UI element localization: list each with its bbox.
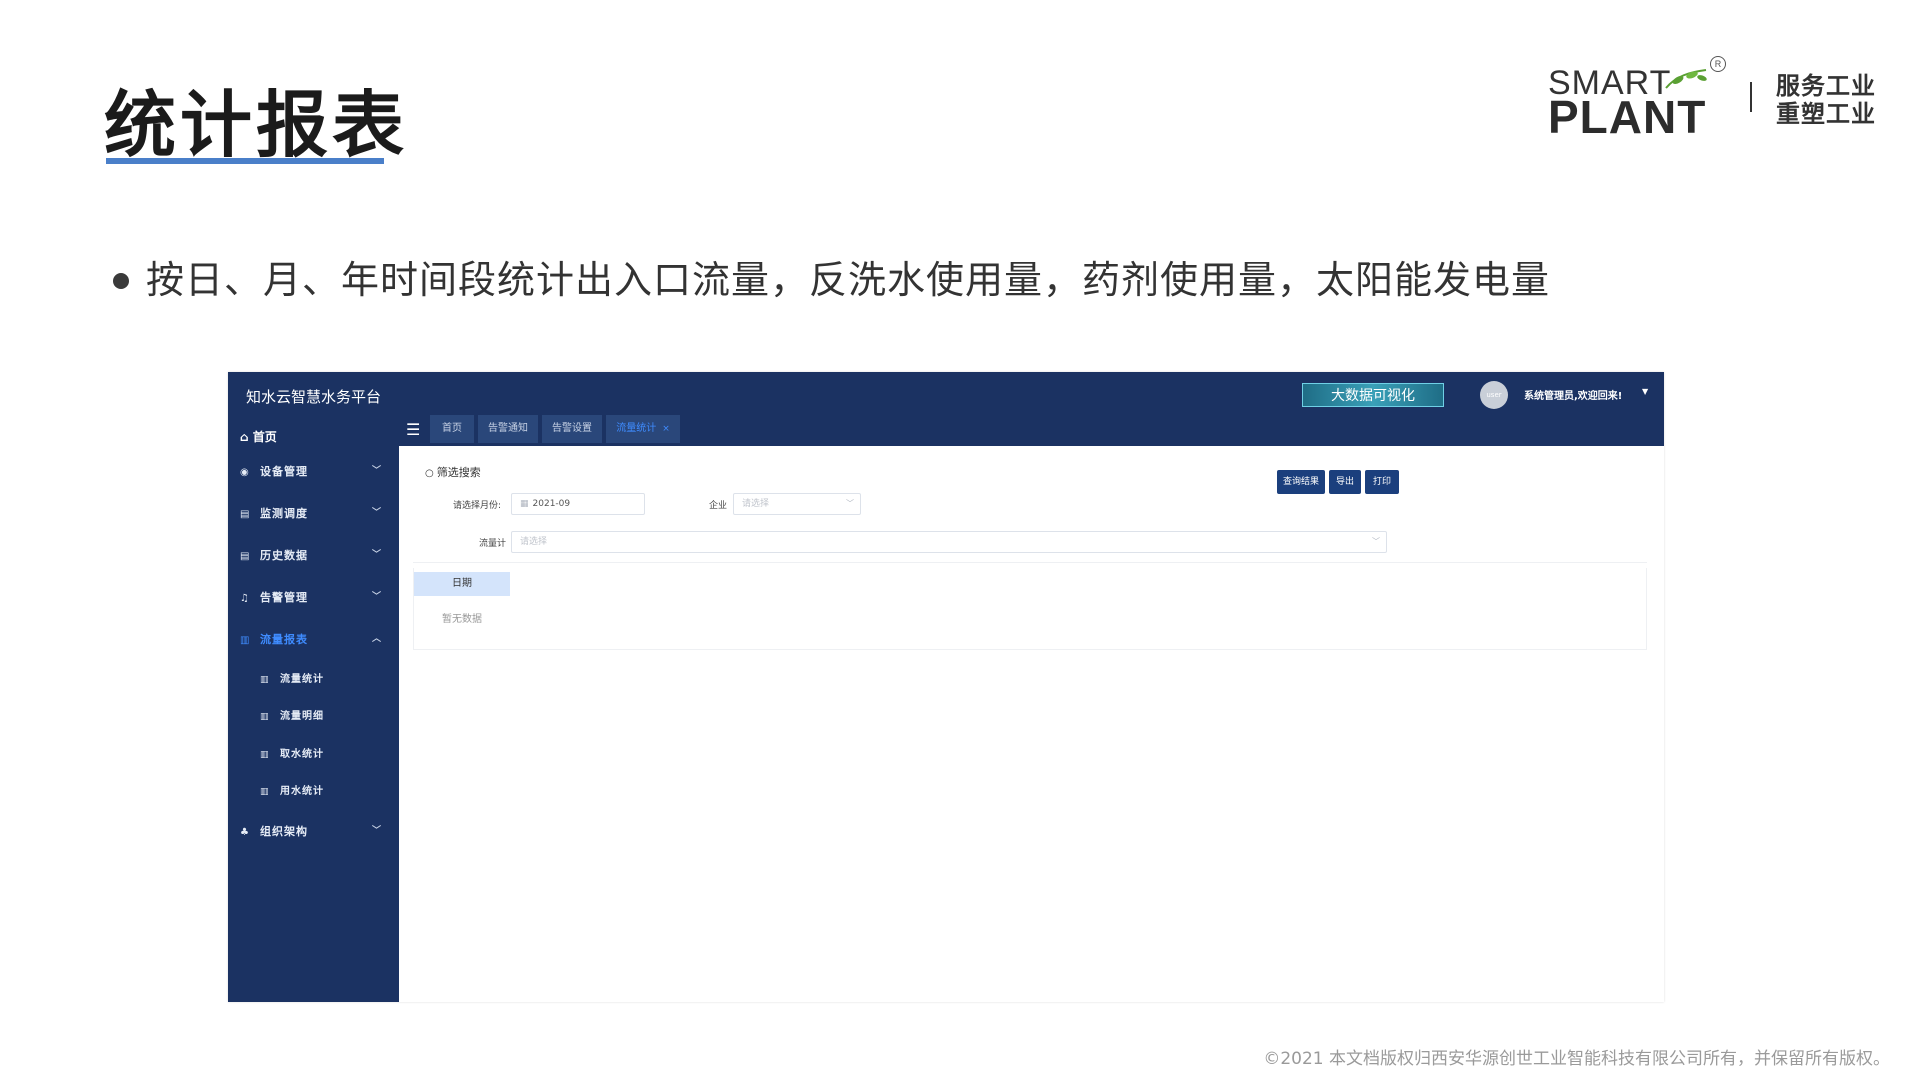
sidebar-item-flow-report[interactable]: ▥ 流量报表 ︿ [240,631,390,651]
main-content: ○ 筛选搜索 请选择月份: ▦ 2021-09 企业 请选择 ﹀ 流量计 请选择 ﹀… [399,446,1664,1002]
chevron-down-icon: ﹀ [371,508,382,518]
settings-icon: ◉ [240,467,250,478]
print-button[interactable]: 打印 [1365,470,1399,494]
tab-label: 告警通知 [488,423,528,434]
chevron-down-icon: ﹀ [371,826,382,836]
sidebar: ⌂ 首页 ◉ 设备管理 ﹀ ▤ 监测调度 ﹀ ▤ 历史数据 ﹀ ♫ 告警管理 ﹀ ▥ 流量… [228,430,399,1002]
sidebar-item-history[interactable]: ▤ 历史数据 ﹀ [240,547,390,567]
close-icon[interactable]: × [662,424,670,434]
company-label: 企业 [709,501,728,511]
chevron-down-icon: ﹀ [371,592,382,602]
sidebar-item-home[interactable]: ⌂ 首页 [240,428,277,445]
company-select[interactable]: 请选择 ﹀ [733,493,861,515]
app-title: 知水云智慧水务平台 [246,388,382,406]
caret-down-icon[interactable]: ▼ [1642,387,1648,396]
logo-tagline-2: 重塑工业 [1776,100,1876,128]
sidebar-subitem-label: 取水统计 [280,749,324,760]
monitor-icon: ▤ [240,509,251,520]
empty-state: 暂无数据 [442,614,482,625]
tab-label: 流量统计 [616,423,657,434]
meter-label: 流量计 [479,539,507,549]
sidebar-item-label: 告警管理 [260,591,308,604]
tab-home[interactable]: 首页 [430,415,474,443]
sidebar-subitem-flow-statistics[interactable]: ▥ 流量统计 [260,670,324,685]
sidebar-item-device-management[interactable]: ◉ 设备管理 ﹀ [240,463,390,483]
month-label: 请选择月份: [453,501,502,511]
chart-icon: ▥ [240,635,251,646]
flow-meter-select[interactable]: 请选择 ﹀ [511,531,1387,553]
org-icon: ♣ [240,827,250,838]
database-icon: ▤ [240,551,251,562]
sidebar-subitem-label: 流量统计 [280,674,324,685]
table-header-date[interactable]: 日期 [414,572,510,596]
logo-plant-text: PLANT [1548,91,1707,143]
bell-icon: ♫ [240,593,250,604]
chart-icon: ▥ [260,750,270,760]
chart-icon: ▥ [260,787,270,797]
hamburger-menu-icon[interactable]: ☰ [406,422,420,438]
logo-tagline-1: 服务工业 [1776,72,1876,100]
chart-icon: ▥ [260,712,270,722]
user-greeting[interactable]: 系统管理员,欢迎回来! [1524,387,1622,402]
filter-title-text: 筛选搜索 [436,466,481,479]
sidebar-item-label: 组织架构 [260,825,308,838]
calendar-icon: ▦ [520,499,529,509]
data-table: 日期 暂无数据 [413,568,1647,650]
slide-title: 统计报表 [104,83,409,167]
sidebar-item-alarm-management[interactable]: ♫ 告警管理 ﹀ [240,589,390,609]
registered-mark: R [1710,56,1726,72]
query-button[interactable]: 查询结果 [1277,470,1325,494]
company-placeholder: 请选择 [742,499,770,509]
tab-alarm-notice[interactable]: 告警通知 [478,415,538,443]
smart-plant-logo: SMART R PLANT 服务工业 重塑工业 [1548,52,1888,142]
sidebar-subitem-label: 用水统计 [280,786,324,797]
tab-alarm-settings[interactable]: 告警设置 [542,415,602,443]
home-icon: ⌂ [240,430,249,444]
chevron-down-icon: ﹀ [1372,537,1380,546]
logo-divider [1750,82,1752,112]
sidebar-item-label: 流量报表 [260,633,308,646]
copyright-footer: ©2021 本文档版权归西安华源创世工业智能科技有限公司所有，并保留所有版权。 [1263,1049,1890,1069]
sidebar-subitem-flow-detail[interactable]: ▥ 流量明细 [260,707,324,722]
month-value: 2021-09 [532,499,571,509]
meter-placeholder: 请选择 [520,537,548,547]
tab-label: 告警设置 [552,423,592,434]
sidebar-item-label: 首页 [252,430,277,444]
sidebar-item-label: 设备管理 [260,465,308,478]
bullet-dot [113,273,129,289]
sidebar-item-monitoring[interactable]: ▤ 监测调度 ﹀ [240,505,390,525]
export-button[interactable]: 导出 [1329,470,1361,494]
chart-icon: ▥ [260,675,270,685]
filter-title: ○ 筛选搜索 [425,464,481,480]
sidebar-subitem-label: 流量明细 [280,711,324,722]
bullet-text: 按日、月、年时间段统计出入口流量，反洗水使用量，药剂使用量，太阳能发电量 [146,258,1551,302]
leaf-icon [1665,69,1707,89]
avatar[interactable]: user [1480,381,1508,409]
filter-panel: ○ 筛选搜索 请选择月份: ▦ 2021-09 企业 请选择 ﹀ 流量计 请选择 ﹀… [413,450,1647,563]
sidebar-item-label: 监测调度 [260,507,308,520]
app-screenshot: 知水云智慧水务平台 大数据可视化 user 系统管理员,欢迎回来! ▼ ☰ 首页… [228,372,1664,1002]
title-underline [106,158,384,164]
chevron-up-icon: ︿ [371,634,382,644]
sidebar-item-organization[interactable]: ♣ 组织架构 ﹀ [240,823,390,843]
month-picker[interactable]: ▦ 2021-09 [511,493,645,515]
chevron-down-icon: ﹀ [371,550,382,560]
top-navbar: 知水云智慧水务平台 大数据可视化 user 系统管理员,欢迎回来! ▼ ☰ 首页… [228,372,1664,446]
tab-flow-statistics[interactable]: 流量统计 × [606,415,680,443]
bigdata-visualization-button[interactable]: 大数据可视化 [1302,383,1444,407]
tab-label: 首页 [442,423,462,434]
search-icon: ○ [425,468,434,479]
sidebar-subitem-usage-statistics[interactable]: ▥ 用水统计 [260,782,324,797]
sidebar-item-label: 历史数据 [260,549,308,562]
sidebar-subitem-intake-statistics[interactable]: ▥ 取水统计 [260,745,324,760]
chevron-down-icon: ﹀ [846,499,854,508]
chevron-down-icon: ﹀ [371,466,382,476]
